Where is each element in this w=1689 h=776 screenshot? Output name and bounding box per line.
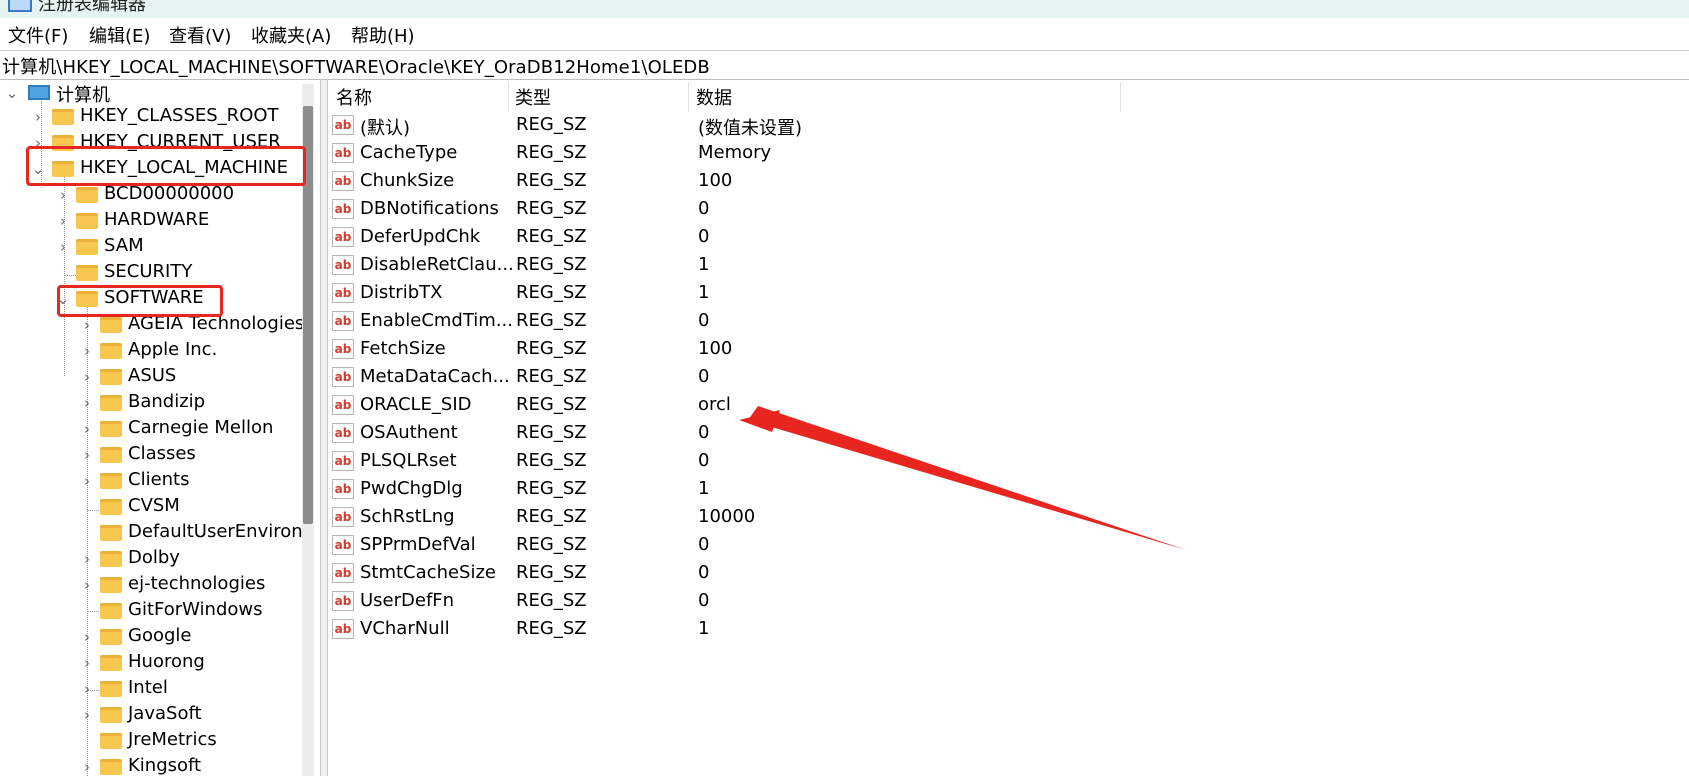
annotation-arrow-shaft <box>748 406 1186 550</box>
annotation-arrow-icon <box>739 406 1186 550</box>
